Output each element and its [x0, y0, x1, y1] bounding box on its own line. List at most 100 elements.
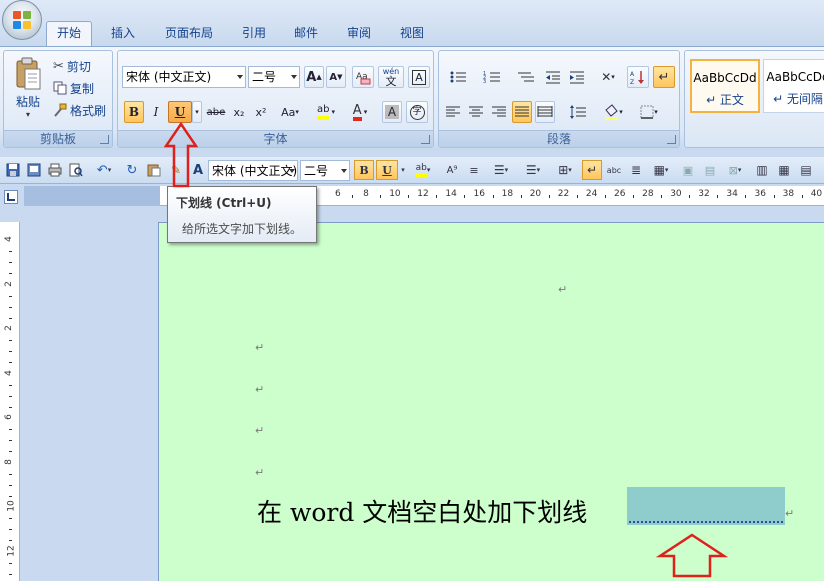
font-size-combo[interactable]: 二号	[248, 66, 300, 88]
tab-page-layout[interactable]: 页面布局	[155, 22, 223, 46]
shading-button[interactable]: ▾	[597, 101, 629, 123]
ruler-number: 14	[445, 189, 457, 199]
tooltip-body: 给所选文字加下划线。	[182, 222, 303, 236]
qat-borders-button[interactable]: ⊞ ▾	[552, 160, 578, 180]
underline-button[interactable]: U	[168, 101, 192, 123]
style-no-spacing[interactable]: AaBbCcDd ↵ 无间隔	[763, 59, 824, 113]
document-text[interactable]: 在 word 文档空白处加下划线	[257, 493, 587, 529]
italic-button[interactable]: I	[146, 101, 166, 123]
show-marks-button[interactable]: ↵	[653, 66, 675, 88]
qat-merge-button[interactable]: ⊠ ▾	[722, 160, 748, 180]
justify-button[interactable]	[512, 101, 532, 123]
ruler-tick	[9, 540, 12, 542]
qat-grid-button[interactable]: ▦	[774, 160, 794, 180]
qat-bold-button[interactable]: B	[354, 160, 374, 180]
ribbon-tab-strip: 开始 插入 页面布局 引用 邮件 审阅 视图	[0, 0, 824, 47]
enclose-char-button[interactable]: 字	[406, 101, 428, 123]
change-case-button[interactable]: Aa ▾	[275, 101, 305, 123]
save-as-button[interactable]	[24, 160, 44, 180]
qat-underline-button[interactable]: U	[376, 160, 398, 180]
clear-format-button[interactable]: Aa	[352, 66, 374, 88]
subscript-button[interactable]: x₂	[229, 101, 249, 123]
font-launcher-icon[interactable]	[421, 135, 430, 144]
tab-mailings[interactable]: 邮件	[284, 22, 328, 46]
tab-references[interactable]: 引用	[232, 22, 276, 46]
clipboard-launcher-icon[interactable]	[100, 135, 109, 144]
tab-home[interactable]: 开始	[46, 21, 93, 47]
tab-review[interactable]: 审阅	[337, 22, 381, 46]
tab-insert[interactable]: 插入	[101, 22, 145, 46]
redo-button[interactable]: ↻	[122, 160, 142, 180]
paragraph-mark: ↵	[255, 341, 265, 354]
selected-blank-space[interactable]	[627, 487, 785, 525]
qat-chart-button[interactable]: ▤	[700, 160, 720, 180]
vertical-ruler[interactable]: 4 2 2 4 6 8 10 12	[0, 222, 20, 581]
align-left-button[interactable]	[443, 101, 463, 123]
line-spacing-button[interactable]	[563, 101, 593, 123]
numbering-icon: 123	[483, 71, 500, 84]
qat-numbering-button[interactable]: ☰ ▾	[518, 160, 548, 180]
qat-highlight-icon: ab	[415, 163, 427, 177]
multilevel-list-button[interactable]	[511, 66, 541, 88]
ruler-tick	[9, 562, 12, 564]
tab-view[interactable]: 视图	[390, 22, 434, 46]
paragraph-mark: ↵	[785, 507, 795, 520]
copy-button[interactable]: 复制	[52, 77, 110, 99]
align-right-button[interactable]	[489, 101, 509, 123]
phonetic-guide-button[interactable]: wén 文	[378, 66, 404, 88]
qat-spelling-button[interactable]: abc	[604, 160, 624, 180]
underline-tooltip: 下划线 (Ctrl+U) 给所选文字加下划线。	[167, 186, 317, 243]
paragraph-launcher-icon[interactable]	[667, 135, 676, 144]
qat-align-button[interactable]: ≣	[626, 160, 646, 180]
qat-font-name-combo[interactable]: 宋体 (中文正文)	[208, 160, 298, 181]
shrink-font-button[interactable]: A ▼	[326, 66, 346, 88]
distributed-icon	[537, 106, 553, 117]
document-page[interactable]: ↵ ↵ ↵ ↵ ↵ 在 word 文档空白处加下划线 ↵	[158, 222, 824, 581]
qat-bullets-button[interactable]: ☰ ▾	[486, 160, 516, 180]
qat-highlight-button[interactable]: ab ▾	[410, 160, 436, 180]
office-button[interactable]	[2, 0, 42, 40]
sort-button[interactable]: AZ	[627, 66, 649, 88]
qat-text-direction-button[interactable]: ≡	[464, 160, 484, 180]
borders-button[interactable]: ▾	[633, 101, 665, 123]
save-button[interactable]	[3, 160, 23, 180]
qat-phonetic-button[interactable]: A⁹	[442, 160, 462, 180]
qat-table-button[interactable]: ▦ ▾	[648, 160, 674, 180]
qat-underline-dropdown[interactable]: ▾	[398, 160, 408, 180]
scissors-icon: ✂	[53, 58, 64, 74]
qat-font-size-combo[interactable]: 二号	[300, 160, 350, 181]
distributed-button[interactable]	[535, 101, 555, 123]
format-painter-button[interactable]: 格式刷	[52, 99, 114, 121]
highlight-button[interactable]: ab ▾	[310, 101, 342, 123]
ruler-tick	[9, 451, 12, 453]
increase-indent-button[interactable]	[567, 66, 587, 88]
cut-button[interactable]: ✂ 剪切	[52, 55, 110, 77]
strikethrough-button[interactable]: abe	[204, 101, 228, 123]
qat-size-dropdown-icon	[341, 169, 347, 173]
align-center-button[interactable]	[466, 101, 486, 123]
chinese-layout-button[interactable]: ✕ ▾	[591, 66, 625, 88]
print-button[interactable]	[45, 160, 65, 180]
decrease-indent-button[interactable]	[543, 66, 563, 88]
qat-show-marks-button[interactable]: ↵	[582, 160, 602, 180]
qat-view-button[interactable]: ▥	[752, 160, 772, 180]
paste-quick-button[interactable]	[144, 160, 164, 180]
tab-selector[interactable]	[4, 190, 18, 204]
qat-more-button[interactable]: ▤	[796, 160, 816, 180]
undo-button[interactable]: ↶ ▾	[90, 160, 118, 180]
underline-dropdown-button[interactable]: ▾	[192, 101, 202, 123]
font-name-combo[interactable]: 宋体 (中文正文)	[122, 66, 246, 88]
paste-button[interactable]: 粘贴 ▾	[7, 53, 49, 123]
char-border-button[interactable]: A	[408, 66, 430, 88]
grow-font-button[interactable]: A ▲	[304, 66, 324, 88]
font-color-button[interactable]: A ▾	[345, 101, 375, 123]
qat-numbering-icon: ☰	[525, 163, 537, 177]
char-shading-button[interactable]: A	[382, 101, 402, 123]
bullets-button[interactable]	[443, 66, 473, 88]
qat-picture-button[interactable]: ▣	[678, 160, 698, 180]
bold-button[interactable]: B	[124, 101, 144, 123]
style-normal[interactable]: AaBbCcDd ↵ 正文	[690, 59, 760, 113]
numbering-button[interactable]: 123	[477, 66, 507, 88]
superscript-button[interactable]: x²	[251, 101, 271, 123]
print-preview-button[interactable]	[66, 160, 86, 180]
